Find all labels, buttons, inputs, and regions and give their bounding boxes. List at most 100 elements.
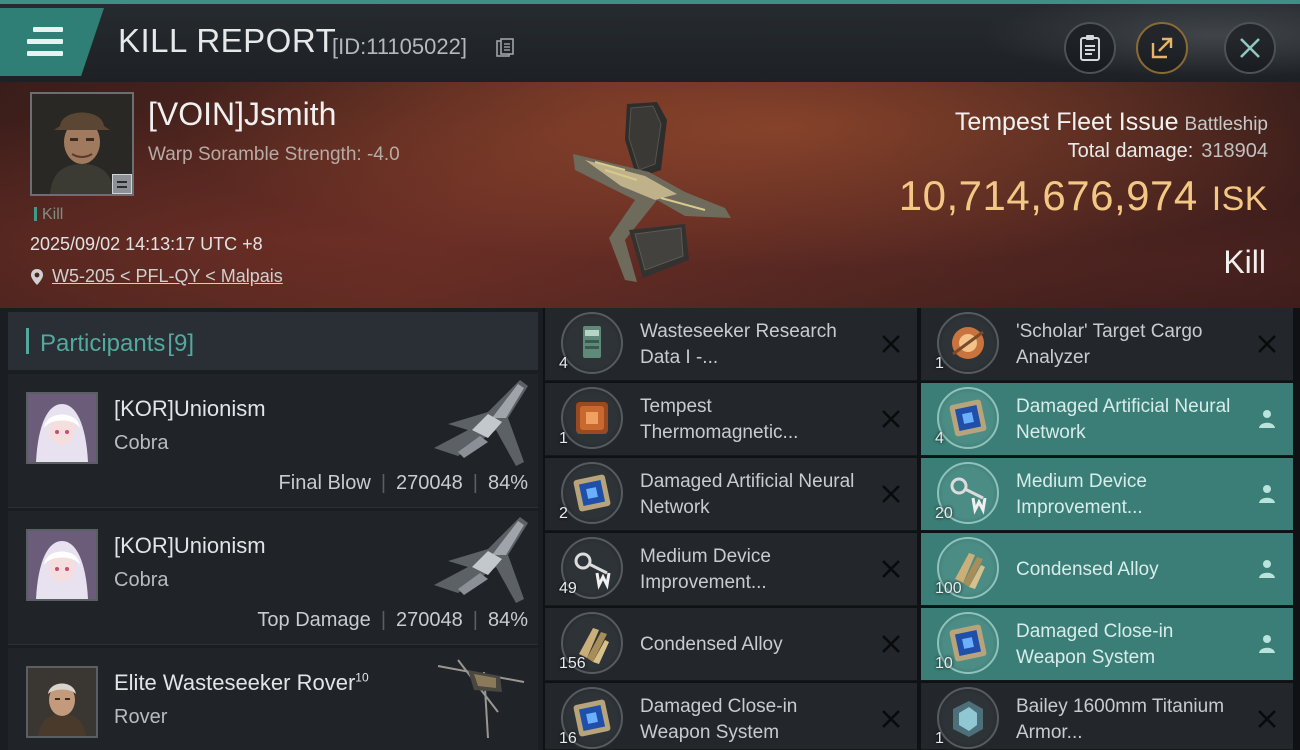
close-icon bbox=[1240, 38, 1260, 58]
dropped-person-icon bbox=[1259, 485, 1275, 503]
participant-avatar bbox=[26, 529, 98, 601]
participant-name: Elite Wasteseeker Rover10 bbox=[114, 670, 369, 695]
item-entry[interactable]: 100 Condensed Alloy bbox=[921, 533, 1293, 606]
total-damage: Total damage: 318904 bbox=[1068, 140, 1268, 163]
item-name: Damaged Artificial Neural Network bbox=[640, 470, 855, 518]
item-name: Condensed Alloy bbox=[640, 633, 783, 655]
item-quantity: 4 bbox=[935, 430, 944, 447]
ship-name: Tempest Fleet Issue bbox=[954, 108, 1179, 136]
data-chip-icon bbox=[583, 326, 601, 358]
destroyed-x-icon bbox=[882, 335, 900, 353]
destroyed-x-icon bbox=[1258, 335, 1276, 353]
clipboard-button[interactable] bbox=[1064, 22, 1116, 74]
destroyed-x-icon bbox=[882, 710, 900, 728]
item-quantity: 1 bbox=[935, 355, 944, 372]
location-pin-icon bbox=[31, 268, 43, 285]
item-icon-frame bbox=[937, 387, 999, 449]
victim-ship: Tempest Fleet Issue Battleship bbox=[955, 108, 1268, 137]
kill-status: Kill bbox=[1223, 244, 1266, 280]
share-button[interactable] bbox=[1136, 22, 1188, 74]
participants-label: Participants bbox=[40, 330, 166, 357]
total-damage-value: 318904 bbox=[1201, 140, 1268, 162]
item-name: Medium Device Improvement... bbox=[1016, 470, 1147, 518]
item-icon-frame bbox=[561, 462, 623, 524]
item-name: Bailey 1600mm Titanium Armor... bbox=[1016, 695, 1225, 743]
dropped-person-icon bbox=[1259, 635, 1275, 653]
item-entry[interactable]: 2 Damaged Artificial Neural Network bbox=[545, 458, 917, 531]
close-button[interactable] bbox=[1224, 22, 1276, 74]
participant-role: Final Blow bbox=[278, 472, 371, 494]
neural-chip-icon bbox=[573, 474, 611, 512]
participant-ship: Rover bbox=[114, 706, 168, 728]
participants-panel: Participants[9] [KOR]Unionism Cobra Fina… bbox=[0, 308, 543, 750]
item-name: Medium Device Improvement... bbox=[640, 545, 771, 593]
item-quantity: 20 bbox=[935, 505, 953, 522]
item-name: Damaged Close-in Weapon System bbox=[640, 695, 798, 743]
copy-icon[interactable] bbox=[496, 38, 514, 58]
item-entry[interactable]: 4 Damaged Artificial Neural Network bbox=[921, 383, 1293, 456]
participant-row[interactable]: [KOR]Unionism Cobra Top Damage | 270048 | 84… bbox=[8, 511, 538, 645]
victim-banner: [VOIN]Jsmith Warp Soramble Strength: -4.… bbox=[0, 82, 1300, 308]
item-quantity: 4 bbox=[559, 355, 568, 372]
item-quantity: 156 bbox=[559, 655, 586, 672]
item-entry[interactable]: 16 Damaged Close-in Weapon System bbox=[545, 683, 917, 750]
destroyed-x-icon bbox=[882, 485, 900, 503]
kill-location[interactable]: W5-205 < PFL-QY < Malpais bbox=[30, 266, 283, 287]
participant-stats: Final Blow | 270048 | 84% bbox=[278, 472, 528, 494]
participant-row[interactable]: Elite Wasteseeker Rover10 Rover bbox=[8, 648, 538, 750]
item-entry[interactable]: 156 Condensed Alloy bbox=[545, 608, 917, 681]
participant-ship-image bbox=[434, 517, 528, 603]
item-name: 'Scholar' Target Cargo Analyzer bbox=[1016, 320, 1203, 368]
item-quantity: 49 bbox=[559, 580, 577, 597]
item-entry[interactable]: 49 Medium Device Improvement... bbox=[545, 533, 917, 606]
item-entry[interactable]: 20 Medium Device Improvement... bbox=[921, 458, 1293, 531]
report-id: [ID:11105022] bbox=[332, 34, 467, 59]
item-quantity: 1 bbox=[559, 430, 568, 447]
dropped-person-icon bbox=[1259, 560, 1275, 578]
kill-datetime: 2025/09/02 14:13:17 UTC +8 bbox=[30, 234, 263, 254]
menu-button[interactable] bbox=[0, 8, 104, 76]
item-quantity: 2 bbox=[559, 505, 568, 522]
warp-scramble-strength: Warp Soramble Strength: -4.0 bbox=[148, 144, 400, 165]
share-icon bbox=[1151, 37, 1173, 59]
participant-name: [KOR]Unionism bbox=[114, 396, 266, 421]
participant-avatar bbox=[26, 666, 98, 738]
item-entry[interactable]: 4 Wasteseeker Research Data I -... bbox=[545, 308, 917, 381]
victim-name: [VOIN]Jsmith bbox=[148, 96, 337, 132]
item-entry[interactable]: 1 'Scholar' Target Cargo Analyzer bbox=[921, 308, 1293, 381]
destroyed-x-icon bbox=[882, 635, 900, 653]
participant-ship: Cobra bbox=[114, 569, 169, 591]
participant-percent: 84% bbox=[487, 472, 528, 494]
armor-plate-icon bbox=[953, 701, 983, 737]
participant-damage: 270048 bbox=[396, 609, 463, 631]
participants-count: [9] bbox=[167, 330, 195, 357]
item-name: Wasteseeker Research Data I -... bbox=[640, 320, 837, 368]
total-damage-label: Total damage: bbox=[1067, 140, 1194, 162]
item-entry[interactable]: 1 Bailey 1600mm Titanium Armor... bbox=[921, 683, 1293, 750]
participant-damage: 270048 bbox=[396, 472, 463, 494]
item-icon-frame bbox=[561, 312, 623, 374]
item-name: Tempest Thermomagnetic... bbox=[640, 395, 799, 443]
hamburger-icon bbox=[27, 27, 63, 57]
participant-role: Top Damage bbox=[257, 609, 371, 631]
participants-header: Participants[9] bbox=[8, 312, 538, 370]
clipboard-icon bbox=[1080, 35, 1100, 61]
item-icon-frame bbox=[937, 687, 999, 749]
participant-avatar bbox=[26, 392, 98, 464]
item-entry[interactable]: 1 Tempest Thermomagnetic... bbox=[545, 383, 917, 456]
victim-avatar[interactable] bbox=[30, 92, 134, 196]
kill-tag: Kill bbox=[34, 206, 63, 224]
isk-unit: ISK bbox=[1211, 180, 1268, 218]
participant-row[interactable]: [KOR]Unionism Cobra Final Blow | 270048 | 84… bbox=[8, 374, 538, 508]
dropped-person-icon bbox=[1259, 410, 1275, 428]
item-icon-frame bbox=[561, 387, 623, 449]
participant-ship: Cobra bbox=[114, 432, 169, 454]
item-name: Damaged Artificial Neural Network bbox=[1016, 395, 1231, 443]
item-quantity: 16 bbox=[559, 730, 577, 747]
location-link[interactable]: W5-205 < PFL-QY < Malpais bbox=[52, 266, 283, 287]
neural-chip-icon bbox=[949, 399, 987, 437]
participant-stats: Top Damage | 270048 | 84% bbox=[257, 609, 528, 631]
participant-ship-image bbox=[437, 659, 525, 739]
item-entry[interactable]: 10 Damaged Close-in Weapon System bbox=[921, 608, 1293, 681]
isk-amount: 10,714,676,974 bbox=[898, 172, 1198, 219]
